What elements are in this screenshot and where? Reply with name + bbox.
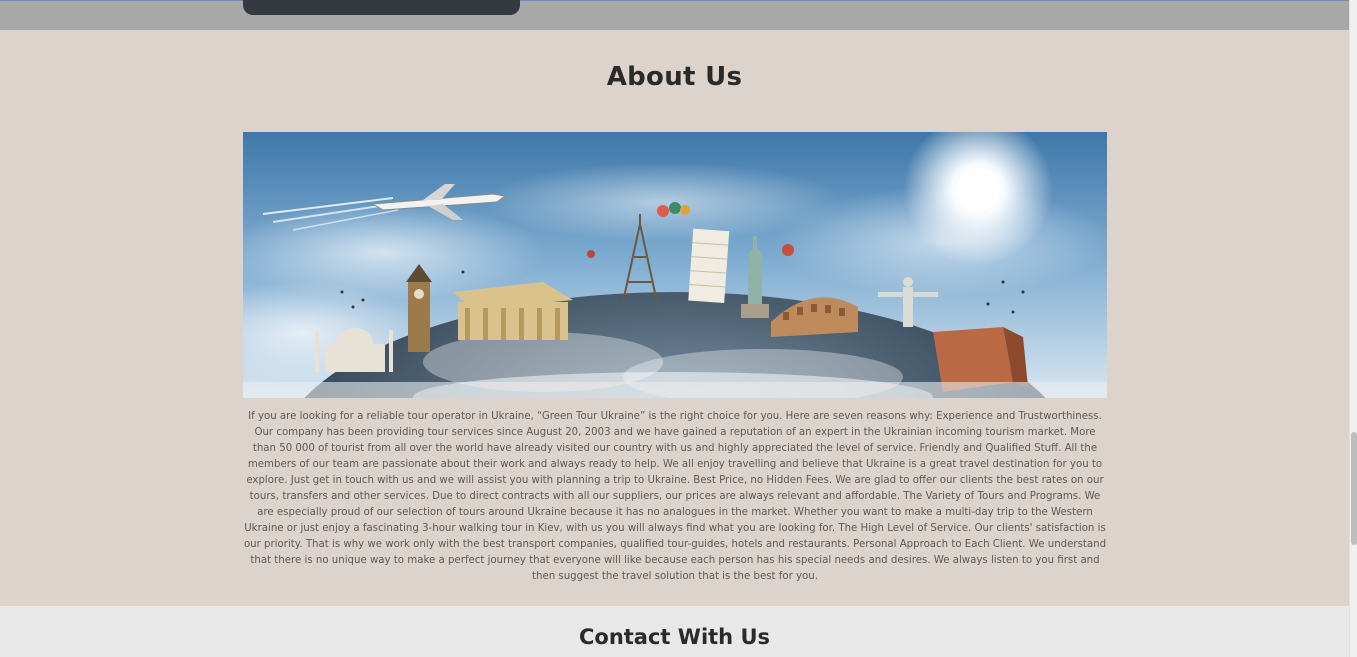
page-viewport: About Us If you are looking for a reliab… [0,0,1357,657]
contact-section: Contact With Us [0,606,1349,657]
previous-section-strip [0,0,1349,30]
vertical-scrollbar[interactable] [1349,0,1357,657]
contact-title: Contact With Us [578,625,770,649]
about-section: About Us If you are looking for a reliab… [0,30,1349,606]
about-title: About Us [606,62,743,92]
page-content: About Us If you are looking for a reliab… [0,0,1349,657]
about-image [243,132,1107,398]
scrollbar-thumb[interactable] [1351,432,1357,545]
about-description: If you are looking for a reliable tour o… [243,411,1107,582]
previous-section-dark-panel [243,0,520,15]
